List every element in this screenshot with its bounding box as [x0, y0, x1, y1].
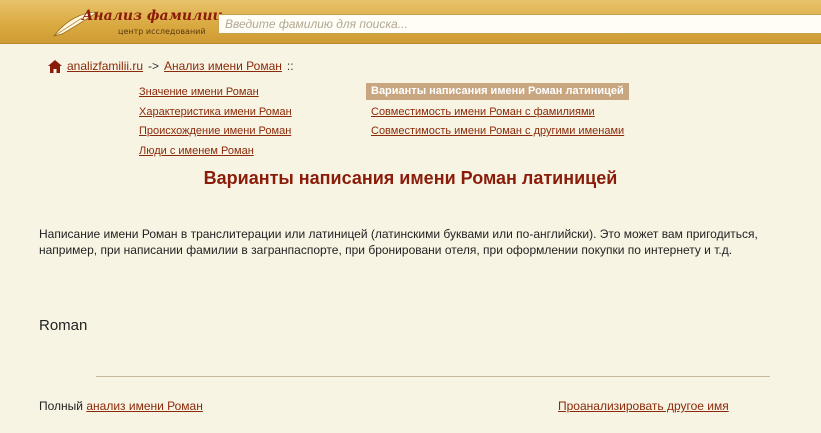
- menu-item-characteristic[interactable]: Характеристика имени Роман: [139, 103, 292, 123]
- site-header: Анализ фамилии центр исследований: [0, 0, 821, 44]
- breadcrumb: analizfamilii.ru -> Анализ имени Роман :…: [48, 59, 299, 73]
- menu-item-origin[interactable]: Происхождение имени Роман: [139, 122, 292, 142]
- menu-item-name-compat[interactable]: Совместимость имени Роман с другими имен…: [366, 122, 629, 142]
- footer-analyze-other: Проанализировать другое имя: [558, 399, 729, 413]
- full-analysis-link[interactable]: анализ имени Роман: [86, 399, 203, 413]
- search-input[interactable]: [218, 14, 821, 34]
- latin-variant: Roman: [39, 317, 88, 334]
- breadcrumb-home-link[interactable]: analizfamilii.ru: [67, 59, 143, 73]
- name-menu-left: Значение имени Роман Характеристика имен…: [139, 83, 292, 161]
- menu-item-meaning[interactable]: Значение имени Роман: [139, 83, 292, 103]
- analyze-other-name-link[interactable]: Проанализировать другое имя: [558, 399, 729, 413]
- site-logo[interactable]: Анализ фамилии центр исследований: [52, 4, 223, 40]
- menu-item-people[interactable]: Люди с именем Роман: [139, 142, 292, 162]
- footer-full-analysis: Полный анализ имени Роман: [39, 399, 203, 413]
- menu-item-surname-compat[interactable]: Совместимость имени Роман с фамилиями: [366, 103, 629, 123]
- page-title: Варианты написания имени Роман латиницей: [203, 168, 618, 188]
- logo-title: Анализ фамилии: [82, 8, 223, 24]
- breadcrumb-arrow: ->: [148, 59, 160, 73]
- breadcrumb-current-link[interactable]: Анализ имени Роман: [164, 59, 282, 73]
- name-menu-right: Варианты написания имени Роман латиницей…: [366, 83, 629, 142]
- home-icon: [48, 59, 62, 73]
- divider: [96, 376, 770, 377]
- logo-subtitle: центр исследований: [118, 27, 206, 36]
- description-text: Написание имени Роман в транслитерации и…: [39, 227, 758, 257]
- footer-prefix: Полный: [39, 399, 83, 413]
- breadcrumb-trail: ::: [286, 59, 294, 73]
- menu-item-latin-active[interactable]: Варианты написания имени Роман латиницей: [366, 83, 629, 100]
